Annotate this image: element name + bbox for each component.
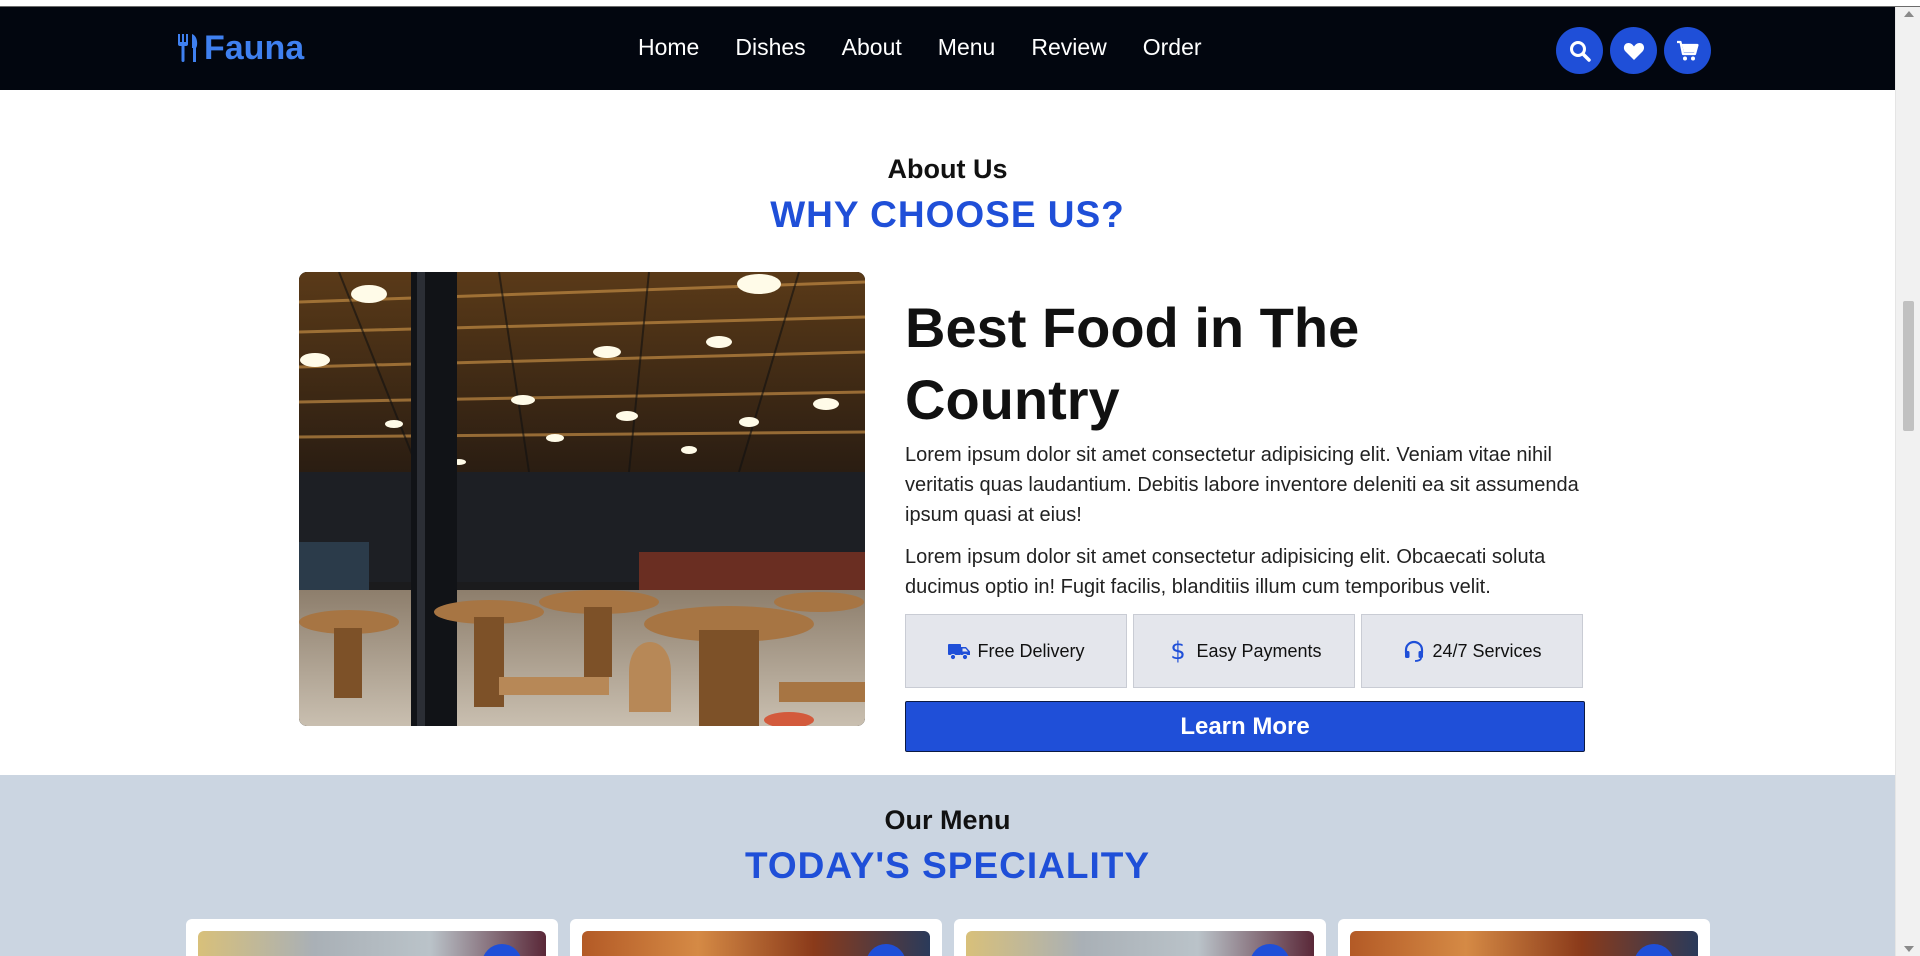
utensils-icon <box>178 34 198 62</box>
menu-section: Our Menu TODAY'S SPECIALITY <box>0 775 1895 956</box>
feature-label: Easy Payments <box>1196 640 1322 661</box>
main-nav: Home Dishes About Menu Review Order <box>638 34 1202 61</box>
menu-card[interactable] <box>570 919 942 956</box>
features: Free Delivery $ Easy Payments 24/7 Servi… <box>905 614 1585 688</box>
cart-icon <box>1676 40 1699 60</box>
search-icon <box>1569 40 1591 62</box>
nav-dishes[interactable]: Dishes <box>735 34 805 61</box>
truck-icon <box>948 644 971 661</box>
menu-title: TODAY'S SPECIALITY <box>744 845 1151 886</box>
about-heading: Best Food in The Country <box>905 296 1360 431</box>
nav-review[interactable]: Review <box>1031 34 1106 61</box>
feature-easy-payments: $ Easy Payments <box>1133 614 1355 688</box>
headset-icon <box>1405 640 1424 662</box>
about-subtitle: About Us <box>887 154 1008 184</box>
menu-card[interactable] <box>186 919 558 956</box>
menu-cards <box>186 919 1710 956</box>
svg-text:$: $ <box>1171 639 1186 663</box>
cart-button[interactable] <box>1664 27 1711 74</box>
nav-menu[interactable]: Menu <box>938 34 996 61</box>
nav-home[interactable]: Home <box>638 34 699 61</box>
page-scrollbar[interactable] <box>1895 7 1920 956</box>
feature-label: 24/7 Services <box>1432 640 1542 661</box>
feature-services: 24/7 Services <box>1361 614 1583 688</box>
menu-card[interactable] <box>1338 919 1710 956</box>
heart-icon <box>1623 42 1644 60</box>
search-button[interactable] <box>1556 27 1603 74</box>
menu-card[interactable] <box>954 919 1326 956</box>
nav-about[interactable]: About <box>842 34 902 61</box>
about-title: WHY CHOOSE US? <box>770 194 1125 235</box>
about-content: Best Food in The Country Lorem ipsum dol… <box>905 292 1585 752</box>
restaurant-photo <box>299 272 865 726</box>
page: Fauna Home Dishes About Menu Review Orde… <box>0 0 1895 956</box>
logo[interactable]: Fauna <box>176 27 304 69</box>
header-icons <box>1556 27 1711 74</box>
menu-subtitle: Our Menu <box>884 805 1011 835</box>
nav-order[interactable]: Order <box>1143 34 1202 61</box>
scroll-down-icon[interactable] <box>1904 946 1914 952</box>
feature-label: Free Delivery <box>977 640 1085 661</box>
restaurant-image <box>299 272 865 726</box>
site-header: Fauna Home Dishes About Menu Review Orde… <box>0 7 1895 90</box>
feature-free-delivery: Free Delivery <box>905 614 1127 688</box>
wishlist-button[interactable] <box>1610 27 1657 74</box>
about-paragraph-1: Lorem ipsum dolor sit amet consectetur a… <box>905 444 1579 526</box>
scroll-up-icon[interactable] <box>1904 11 1914 17</box>
scrollbar-thumb[interactable] <box>1903 301 1914 431</box>
browser-top-edge <box>0 0 1920 7</box>
about-paragraph-2: Lorem ipsum dolor sit amet consectetur a… <box>905 546 1546 598</box>
dollar-icon: $ <box>1171 639 1186 663</box>
learn-more-button[interactable]: Learn More <box>905 701 1585 752</box>
logo-text: Fauna <box>204 28 305 67</box>
